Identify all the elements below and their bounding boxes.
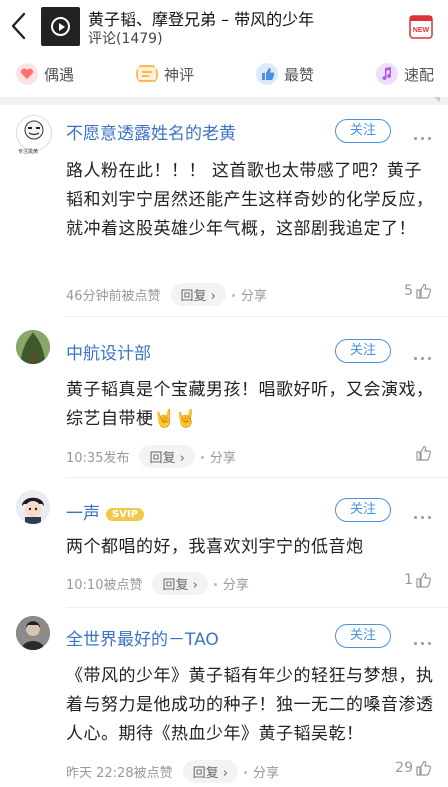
comment-time: 46分钟前被点赞 [66, 289, 161, 304]
comment-text: 路人粉在此！！！ 这首歌也太带感了吧？黄子韬和刘宇宁居然还能产生这样奇妙的化学反… [66, 161, 434, 239]
more-options-icon[interactable] [414, 125, 436, 140]
thumbs-up-icon [416, 572, 431, 588]
cartoon-avatar-icon [16, 490, 50, 524]
comment-time: 10:10被点赞 [66, 578, 143, 593]
comment-meta: 10:35发布 回复 › 分享 [66, 445, 236, 468]
follow-button[interactable]: 关注 [335, 119, 391, 143]
tab-shenping[interactable]: 神评 [136, 59, 194, 89]
reply-button[interactable]: 回复 › [139, 445, 195, 468]
thumbs-up-icon [416, 445, 431, 461]
reply-button[interactable]: 回复 › [182, 760, 238, 783]
more-options-icon[interactable] [414, 630, 436, 645]
like-button[interactable]: 1 [404, 572, 432, 588]
new-notes-icon[interactable]: NEW [408, 14, 434, 40]
tree-photo-icon [16, 330, 50, 364]
comment-item: 一声 SVIP 关注 两个都唱的好，我喜欢刘宇宁的低音炮 10:10被点赞 回复 ›… [0, 478, 448, 608]
share-button[interactable]: 分享 [210, 451, 236, 466]
share-button[interactable]: 分享 [223, 578, 249, 593]
play-icon[interactable] [51, 17, 70, 36]
like-button[interactable]: 29 [395, 760, 432, 776]
like-button[interactable] [413, 445, 432, 461]
comment-meta: 46分钟前被点赞 回复 › 分享 [66, 283, 267, 306]
meme-face-icon [24, 120, 44, 140]
reply-button[interactable]: 回复 › [152, 572, 208, 595]
avatar[interactable] [16, 616, 50, 650]
reply-button[interactable]: 回复 › [170, 283, 226, 306]
comment-meta: 10:10被点赞 回复 › 分享 [66, 572, 249, 595]
commenter-name[interactable]: 全世界最好的－TAO [66, 625, 219, 650]
album-cover[interactable] [41, 7, 80, 46]
more-options-icon[interactable] [414, 345, 436, 360]
tab-label: 速配 [404, 65, 435, 84]
comment-count: 评论(1479) [88, 31, 163, 47]
comment-text: 两个都唱的好，我喜欢刘宇宁的低音炮 [66, 537, 364, 557]
new-badge-text: NEW [413, 27, 430, 34]
commenter-name-text: 一声 [66, 504, 100, 524]
thumbs-up-icon [416, 760, 431, 776]
comment-meta: 昨天 22:28被点赞 回复 › 分享 [66, 760, 279, 783]
avatar-caption: 专注黑黄 [18, 149, 39, 155]
tab-bar: 偶遇 神评 最赞 速配 [0, 53, 448, 95]
tab-zuizan[interactable]: 最赞 [256, 59, 314, 89]
follow-button[interactable]: 关注 [335, 624, 391, 648]
avatar[interactable] [16, 330, 50, 364]
like-count: 5 [404, 283, 413, 299]
commenter-name[interactable]: 不愿意透露姓名的老黄 [66, 119, 236, 144]
comment-item: 专注黑黄 不愿意透露姓名的老黄 关注 路人粉在此！！！ 这首歌也太带感了吧？黄子… [0, 105, 448, 317]
share-button[interactable]: 分享 [241, 289, 267, 304]
svip-badge: SVIP [106, 508, 144, 521]
like-button[interactable]: 5 [404, 283, 432, 299]
avatar[interactable] [16, 490, 50, 524]
tab-label: 偶遇 [44, 65, 75, 84]
heart-icon [16, 63, 38, 85]
comment-time: 10:35发布 [66, 451, 130, 466]
thumbs-up-icon [416, 283, 431, 299]
comment-item: 全世界最好的－TAO 关注 《带风的少年》黄子韬有年少的轻狂与梦想，执着与努力是… [0, 608, 448, 787]
header: 黄子韬、摩登兄弟 – 带风的少年 评论(1479) NEW [0, 0, 448, 53]
comment-item: 中航设计部 关注 黄子韬真是个宝藏男孩！唱歌好听，又会演戏，综艺自带梗🤘🤘 10… [0, 317, 448, 478]
back-arrow-icon[interactable] [8, 10, 30, 42]
like-count: 1 [404, 572, 413, 588]
follow-button[interactable]: 关注 [335, 498, 391, 522]
like-count: 29 [395, 760, 413, 776]
music-icon [376, 63, 398, 85]
section-separator [0, 97, 448, 105]
song-title: 黄子韬、摩登兄弟 – 带风的少年 [88, 10, 315, 29]
more-options-icon[interactable] [414, 504, 436, 519]
follow-button[interactable]: 关注 [335, 339, 391, 363]
chat-icon [136, 65, 158, 82]
comment-text: 《带风的少年》黄子韬有年少的轻狂与梦想，执着与努力是他成功的种子！独一无二的嗓音… [66, 666, 434, 744]
avatar[interactable] [16, 115, 52, 151]
comment-text: 黄子韬真是个宝藏男孩！唱歌好听，又会演戏，综艺自带梗🤘🤘 [66, 380, 434, 429]
tab-label: 神评 [164, 65, 195, 84]
commenter-name[interactable]: 中航设计部 [66, 339, 151, 364]
tab-supei[interactable]: 速配 [376, 59, 434, 89]
commenter-name[interactable]: 一声 SVIP [66, 499, 144, 524]
comment-time: 昨天 22:28被点赞 [66, 766, 173, 781]
share-button[interactable]: 分享 [253, 766, 279, 781]
thumb-icon [256, 63, 278, 85]
tab-ouyu[interactable]: 偶遇 [16, 59, 74, 89]
tab-label: 最赞 [284, 65, 315, 84]
person-photo-icon [16, 616, 50, 650]
